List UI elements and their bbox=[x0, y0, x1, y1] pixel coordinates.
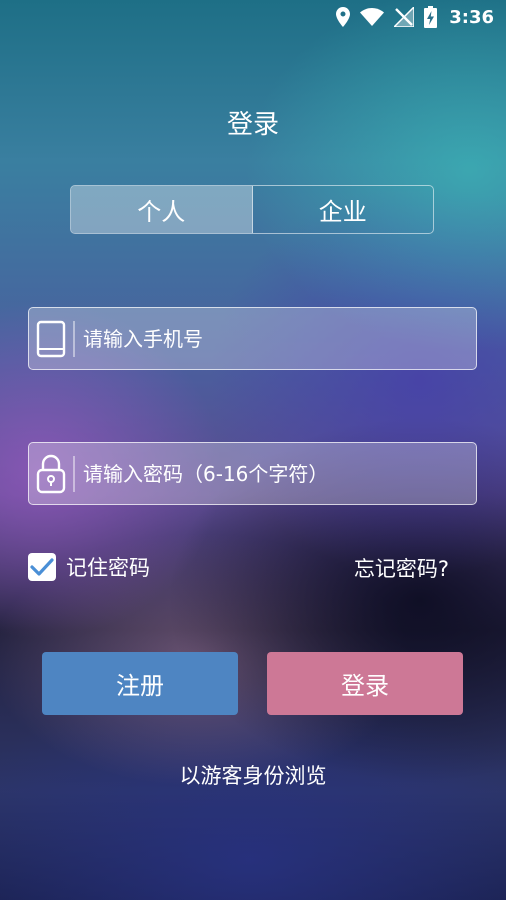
tab-enterprise[interactable]: 企业 bbox=[253, 186, 434, 233]
forgot-password-link[interactable]: 忘记密码? bbox=[354, 553, 449, 583]
status-time: 3:36 bbox=[449, 6, 494, 28]
phone-field[interactable] bbox=[28, 307, 477, 370]
wifi-icon bbox=[360, 8, 385, 26]
login-screen: 3:36 登录 个人 企业 请输入手机号 记住密码 忘记密码? 注册 登录 以游… bbox=[0, 0, 506, 900]
battery-charging-icon bbox=[424, 6, 438, 28]
remember-password[interactable]: 记住密码 bbox=[28, 552, 150, 582]
remember-checkbox[interactable] bbox=[28, 553, 56, 581]
phone-input[interactable] bbox=[83, 308, 476, 369]
page-title: 登录 bbox=[226, 110, 279, 140]
checkmark-icon bbox=[30, 558, 54, 576]
password-input[interactable] bbox=[83, 443, 476, 504]
phone-field-divider bbox=[73, 320, 75, 357]
remember-label: 记住密码 bbox=[66, 556, 150, 580]
phone-icon bbox=[29, 308, 73, 369]
account-type-tabs: 个人 企业 bbox=[70, 185, 434, 234]
no-signal-icon bbox=[394, 7, 415, 27]
tab-personal[interactable]: 个人 bbox=[71, 186, 253, 233]
password-field-divider bbox=[73, 455, 75, 492]
status-bar: 3:36 bbox=[0, 0, 506, 34]
login-button[interactable]: 登录 bbox=[267, 652, 463, 715]
register-button[interactable]: 注册 bbox=[42, 652, 238, 715]
location-icon bbox=[336, 7, 351, 27]
lock-icon bbox=[29, 443, 73, 504]
guest-browse-link[interactable]: 以游客身份浏览 bbox=[0, 760, 506, 790]
password-field[interactable] bbox=[28, 442, 477, 505]
